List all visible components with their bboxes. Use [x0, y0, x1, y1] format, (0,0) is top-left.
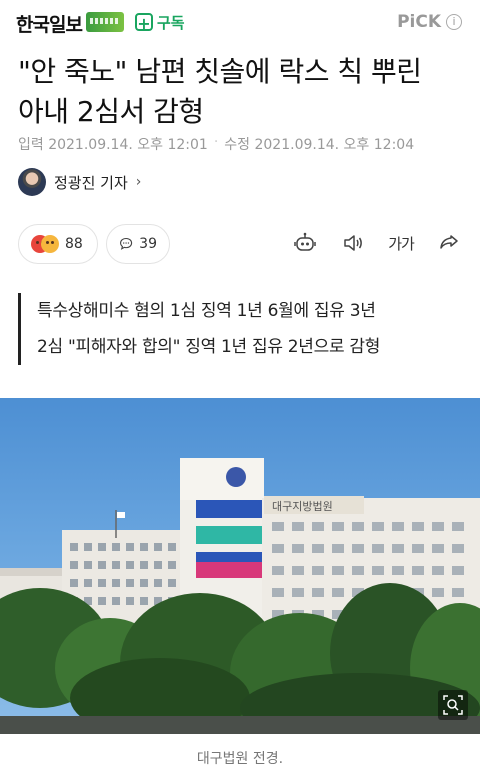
plus-icon: +: [135, 13, 153, 32]
article-photo[interactable]: 대구지방법원: [0, 398, 480, 734]
article-summary: 특수상해미수 혐의 1심 징역 1년 6월에 집유 3년 2심 "피해자와 합의…: [18, 293, 380, 365]
speaker-icon[interactable]: [340, 230, 366, 256]
comment-button[interactable]: 39: [106, 224, 170, 264]
subscribe-label: 구독: [157, 13, 185, 32]
avatar: [18, 168, 46, 196]
sad-emoji-icon: [41, 235, 59, 253]
reporter-name: 정광진 기자: [54, 173, 128, 192]
summary-line-1: 특수상해미수 혐의 1심 징역 1년 6월에 집유 3년: [37, 301, 376, 321]
emotion-button[interactable]: 88: [18, 224, 98, 264]
font-size-button[interactable]: 가가: [388, 230, 415, 256]
zoom-icon[interactable]: [438, 690, 468, 720]
reporter-link[interactable]: 정광진 기자 ›: [18, 168, 141, 196]
press-logo[interactable]: 한국일보: [16, 10, 83, 37]
court-sign: 대구지방법원: [272, 500, 333, 513]
pick-badge[interactable]: PiCK i: [397, 12, 462, 32]
title-line-1: "안 죽노" 남편 칫솔에 락스 칙 뿌린: [18, 55, 422, 88]
comment-count: 39: [139, 236, 157, 252]
chevron-right-icon: ›: [135, 174, 142, 190]
reaction-toolbar: 88 39 가가: [18, 224, 462, 266]
photo-caption: 대구법원 전경.: [196, 751, 284, 767]
header: 한국일보 + 구독 PiCK i: [0, 0, 480, 46]
robot-read-icon[interactable]: [292, 230, 318, 256]
summary-line-2: 2심 "피해자와 합의" 징역 1년 집유 2년으로 감형: [37, 337, 381, 357]
article-dates: 입력 2021.09.14. 오후 12:01 · 수정 2021.09.14.…: [18, 134, 414, 154]
separator-dot: ·: [213, 134, 219, 150]
subscribe-button[interactable]: + 구독: [135, 11, 185, 33]
published-date: 입력 2021.09.14. 오후 12:01: [18, 137, 208, 153]
title-line-2: 아내 2심서 감형: [18, 95, 204, 128]
emotion-count: 88: [65, 236, 83, 252]
comment-icon: [120, 237, 133, 250]
court-building-illustration: 대구지방법원: [0, 458, 480, 734]
modified-date: 수정 2021.09.14. 오후 12:04: [224, 137, 415, 153]
press-badge-icon: [86, 12, 124, 32]
font-size-label: 가가: [388, 234, 415, 253]
share-icon[interactable]: [436, 230, 462, 256]
article-tools: 가가: [292, 230, 462, 256]
article-title: "안 죽노" 남편 칫솔에 락스 칙 뿌린 아내 2심서 감형: [18, 52, 468, 132]
info-icon[interactable]: i: [446, 14, 462, 30]
pick-label: PiCK: [397, 12, 441, 32]
